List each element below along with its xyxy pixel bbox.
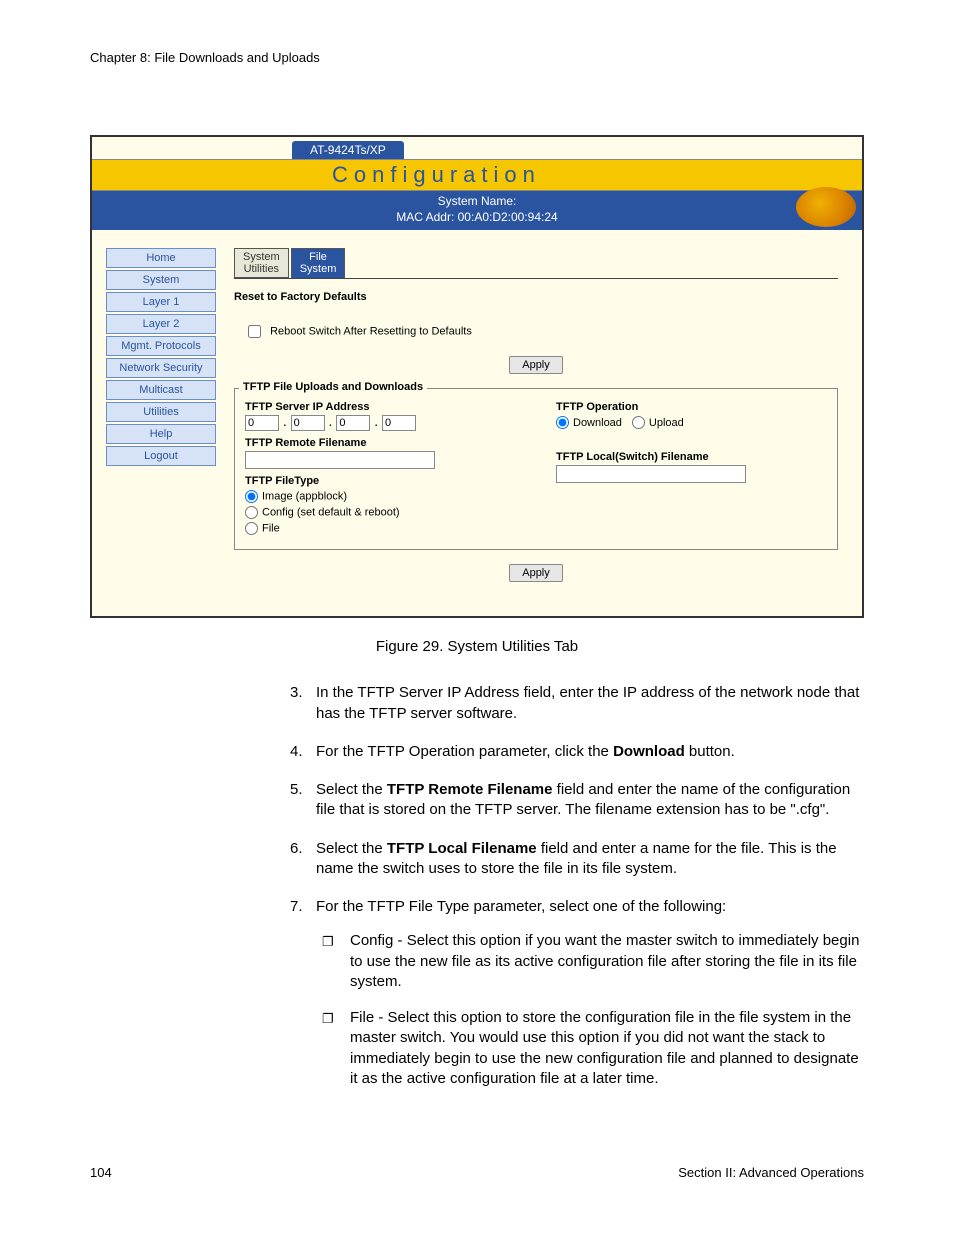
tftp-filetype-label: TFTP FileType [245, 475, 516, 487]
nav-item-logout[interactable]: Logout [106, 446, 216, 466]
ip-octet-3[interactable] [336, 415, 370, 431]
tftp-local-filename-input[interactable] [556, 465, 746, 483]
instruction-step: 3.In the TFTP Server IP Address field, e… [290, 683, 864, 724]
instruction-step: 7.For the TFTP File Type parameter, sele… [290, 897, 864, 1105]
instruction-step: 6.Select the TFTP Local Filename field a… [290, 839, 864, 880]
operation-option[interactable]: Upload [632, 417, 684, 429]
figure-caption: Figure 29. System Utilities Tab [90, 638, 864, 655]
tftp-legend: TFTP File Uploads and Downloads [239, 381, 427, 393]
config-banner: Configuration [92, 159, 862, 191]
nav-item-layer-1[interactable]: Layer 1 [106, 292, 216, 312]
vendor-logo [796, 187, 856, 227]
ip-octet-4[interactable] [382, 415, 416, 431]
tftp-operation-options: Download Upload [556, 416, 827, 429]
tftp-local-label: TFTP Local(Switch) Filename [556, 451, 827, 463]
nav-item-home[interactable]: Home [106, 248, 216, 268]
filetype-option[interactable]: Image (appblock) [245, 490, 516, 503]
reset-heading: Reset to Factory Defaults [234, 291, 838, 303]
nav-item-mgmt-protocols[interactable]: Mgmt. Protocols [106, 336, 216, 356]
ip-octet-2[interactable] [291, 415, 325, 431]
system-info-bar: System Name: MAC Addr: 00:A0:D2:00:94:24 [92, 191, 862, 230]
tftp-ip-label: TFTP Server IP Address [245, 401, 516, 413]
tftp-ip-row: . . . [245, 413, 516, 431]
router-ui-screenshot: AT-9424Ts/XP Configuration System Name: … [90, 135, 864, 618]
tab-system-utilities[interactable]: SystemUtilities [234, 248, 289, 278]
tftp-panel: TFTP File Uploads and Downloads TFTP Ser… [234, 388, 838, 550]
reboot-checkbox-label: Reboot Switch After Resetting to Default… [270, 326, 472, 338]
nav-item-utilities[interactable]: Utilities [106, 402, 216, 422]
tftp-filetype-options: Image (appblock) Config (set default & re… [245, 490, 516, 535]
page-footer: 104 Section II: Advanced Operations [90, 1165, 864, 1180]
nav-item-multicast[interactable]: Multicast [106, 380, 216, 400]
reboot-checkbox-row: Reboot Switch After Resetting to Default… [234, 311, 838, 352]
content-panel: SystemUtilities FileSystem Reset to Fact… [234, 248, 848, 596]
tab-file-system[interactable]: FileSystem [291, 248, 346, 278]
model-tab: AT-9424Ts/XP [292, 141, 404, 159]
sidebar-nav: HomeSystemLayer 1Layer 2Mgmt. ProtocolsN… [106, 248, 216, 596]
operation-option[interactable]: Download [556, 417, 622, 429]
section-footer: Section II: Advanced Operations [678, 1165, 864, 1180]
instructions: 3.In the TFTP Server IP Address field, e… [290, 683, 864, 1105]
nav-item-network-security[interactable]: Network Security [106, 358, 216, 378]
tftp-remote-label: TFTP Remote Filename [245, 437, 516, 449]
chapter-header: Chapter 8: File Downloads and Uploads [90, 50, 864, 65]
nav-item-layer-2[interactable]: Layer 2 [106, 314, 216, 334]
instruction-step: 4.For the TFTP Operation parameter, clic… [290, 742, 864, 762]
filetype-option[interactable]: Config (set default & reboot) [245, 506, 516, 519]
page-number: 104 [90, 1165, 112, 1180]
instruction-sub-item: ❐File - Select this option to store the … [316, 1008, 864, 1089]
tftp-operation-label: TFTP Operation [556, 401, 827, 413]
nav-item-help[interactable]: Help [106, 424, 216, 444]
reboot-checkbox[interactable] [248, 325, 261, 338]
ip-octet-1[interactable] [245, 415, 279, 431]
nav-item-system[interactable]: System [106, 270, 216, 290]
instruction-sub-item: ❐Config - Select this option if you want… [316, 931, 864, 992]
tftp-remote-filename-input[interactable] [245, 451, 435, 469]
apply-button-tftp[interactable]: Apply [509, 564, 563, 582]
apply-button-reset[interactable]: Apply [509, 356, 563, 374]
filetype-option[interactable]: File [245, 522, 516, 535]
instruction-step: 5.Select the TFTP Remote Filename field … [290, 780, 864, 821]
